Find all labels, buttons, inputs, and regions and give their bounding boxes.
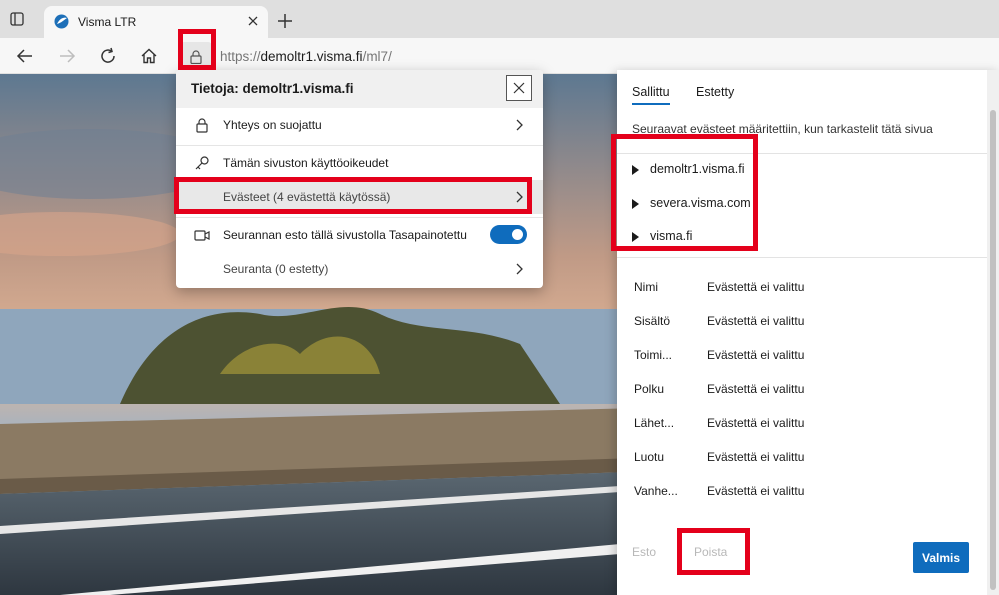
cookie-property-row: Nimi Evästettä ei valittu [634,280,974,298]
property-key: Toimi... [634,348,673,362]
property-key: Polku [634,382,665,396]
close-tab-icon[interactable] [246,14,260,28]
block-button[interactable]: Esto [632,545,656,559]
tab-actions-icon[interactable] [10,12,24,26]
site-permissions-label: Tämän sivuston käyttöoikeudet [223,156,389,170]
browser-tab[interactable]: Visma LTR [44,6,268,38]
connection-secure-label: Yhteys on suojattu [223,118,322,132]
property-key: Nimi [634,280,658,294]
property-key: Luotu [634,450,665,464]
chevron-right-icon [516,263,523,275]
highlight-remove-button [677,528,750,575]
property-key: Vanhe... [634,484,678,498]
tracking-prevention-row: Seurannan esto tällä sivustolla Tasapain… [176,218,543,252]
url-text[interactable]: https://demoltr1.visma.fi/ml7/ [220,49,392,64]
url-host: demoltr1.visma.fi [260,49,363,64]
done-button[interactable]: Valmis [913,542,969,573]
divider [617,257,987,258]
cookie-property-row: Sisältö Evästettä ei valittu [634,314,974,332]
forward-arrow-icon [60,49,76,63]
url-path: /ml7/ [362,49,392,64]
tracking-camera-icon [194,230,210,241]
tracking-prevention-toggle[interactable] [490,225,527,244]
property-value: Evästettä ei valittu [707,280,805,294]
cookie-property-row: Luotu Evästettä ei valittu [634,450,974,468]
toggle-knob [512,229,523,240]
tab-allowed[interactable]: Sallittu [632,85,670,105]
forward-button[interactable] [55,44,79,68]
lock-icon [196,118,208,133]
address-bar[interactable]: https://demoltr1.visma.fi/ml7/ [180,42,800,72]
connection-secure-row[interactable]: Yhteys on suojattu [176,108,543,142]
property-value: Evästettä ei valittu [707,450,805,464]
site-info-title: Tietoja: demoltr1.visma.fi [191,81,354,96]
tracking-prevention-label: Seurannan esto tällä sivustolla Tasapain… [223,228,467,242]
trackers-label: Seuranta (0 estetty) [223,262,329,276]
home-button[interactable] [137,44,161,68]
property-key: Lähet... [634,416,675,430]
property-value: Evästettä ei valittu [707,484,805,498]
url-scheme: https:// [220,49,261,64]
cookie-property-row: Polku Evästettä ei valittu [634,382,974,400]
key-icon [195,156,209,170]
back-arrow-icon [16,49,32,63]
site-permissions-row[interactable]: Tämän sivuston käyttöoikeudet [176,146,543,180]
site-info-close-button[interactable] [506,75,532,101]
cookies-scrollbar[interactable] [987,70,999,595]
property-value: Evästettä ei valittu [707,314,805,328]
back-button[interactable] [13,44,37,68]
highlight-cookies-row [174,177,532,214]
tab-title: Visma LTR [78,15,137,29]
chevron-right-icon [516,119,523,131]
cookie-property-row: Vanhe... Evästettä ei valittu [634,484,974,502]
property-value: Evästettä ei valittu [707,382,805,396]
cookie-property-row: Lähet... Evästettä ei valittu [634,416,974,434]
home-icon [141,48,157,64]
browser-toolbar: https://demoltr1.visma.fi/ml7/ [0,38,999,74]
property-value: Evästettä ei valittu [707,348,805,362]
property-key: Sisältö [634,314,671,328]
refresh-icon [101,47,115,63]
highlight-lock-button [178,29,216,70]
highlight-cookie-domains [611,134,758,251]
site-info-header: Tietoja: demoltr1.visma.fi [176,70,543,108]
close-icon [513,82,525,94]
tab-blocked[interactable]: Estetty [696,85,734,99]
trackers-row[interactable]: Seuranta (0 estetty) [176,252,543,286]
tab-strip: Visma LTR [0,0,999,38]
visma-globe-icon [54,14,69,29]
scrollbar-thumb[interactable] [990,110,996,590]
new-tab-icon[interactable] [277,13,293,29]
refresh-button[interactable] [96,44,120,68]
property-value: Evästettä ei valittu [707,416,805,430]
cookie-property-row: Toimi... Evästettä ei valittu [634,348,974,366]
